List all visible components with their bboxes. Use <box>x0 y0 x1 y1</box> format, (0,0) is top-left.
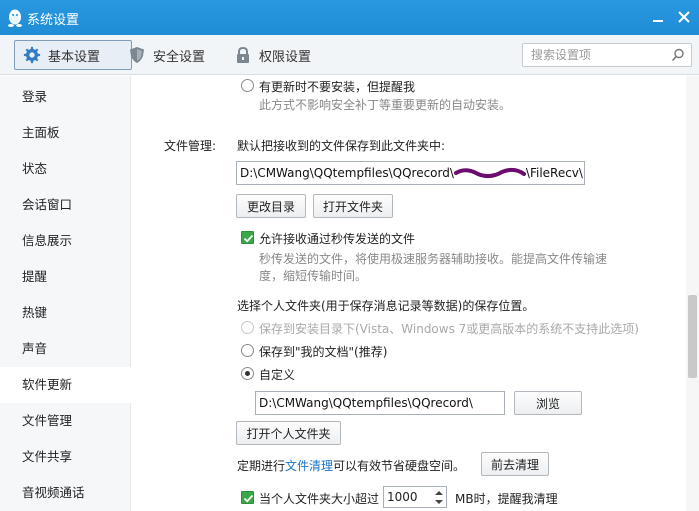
sidebar-item-file-sharing[interactable]: 文件共享 <box>0 439 131 475</box>
redaction-scribble <box>453 167 526 179</box>
sidebar-item-software-update[interactable]: 软件更新 <box>0 367 132 403</box>
tab-permission-settings[interactable]: 权限设置 <box>234 40 311 70</box>
open-folder-button[interactable]: 打开文件夹 <box>313 194 393 218</box>
file-cleanup-link[interactable]: 文件清理 <box>285 459 333 473</box>
size-limit-label: 当个人文件夹大小超过 <box>259 492 380 506</box>
gear-icon <box>23 46 41 64</box>
sidebar-item-file-management[interactable]: 文件管理 <box>0 403 131 439</box>
personal-folder-title: 选择个人文件夹(用于保存消息记录等数据)的保存位置。 <box>237 299 535 313</box>
close-icon[interactable] <box>676 9 692 25</box>
shield-icon <box>130 47 144 63</box>
tab-security-settings[interactable]: 安全设置 <box>128 40 205 70</box>
save-install-dir-label: 保存到安装目录下(Vista、Windows 7或更高版本的系统不支持此选项) <box>259 322 639 336</box>
tab-label: 权限设置 <box>259 49 312 65</box>
sidebar-item-chat-window[interactable]: 会话窗口 <box>0 187 131 223</box>
size-limit-stepper[interactable]: 1000 <box>383 486 447 508</box>
sidebar-item-notifications[interactable]: 提醒 <box>0 259 131 295</box>
go-cleanup-button[interactable]: 前去清理 <box>481 452 549 476</box>
scrollbar-thumb[interactable] <box>688 295 697 378</box>
change-directory-button[interactable]: 更改目录 <box>236 194 306 218</box>
sidebar-item-info-display[interactable]: 信息展示 <box>0 223 131 259</box>
size-limit-checkbox[interactable] <box>241 491 254 504</box>
size-limit-suffix: MB时，提醒我清理 <box>455 492 558 506</box>
save-install-dir-radio[interactable] <box>241 321 254 334</box>
search-icon[interactable] <box>671 48 685 62</box>
allow-fast-transfer-label: 允许接收通过秒传发送的文件 <box>259 232 416 246</box>
cleanup-hint: 定期进行文件清理可以有效节省硬盘空间。 <box>237 459 466 473</box>
update-notify-label: 有更新时不要安装，但提醒我 <box>259 80 416 94</box>
fast-transfer-desc-line2: 度，缩短传输时间。 <box>259 269 368 283</box>
allow-fast-transfer-checkbox[interactable] <box>241 231 254 244</box>
sidebar-item-av-call[interactable]: 音视频通话 <box>0 475 131 511</box>
spin-down-icon[interactable] <box>434 498 444 506</box>
sidebar-item-main-panel[interactable]: 主面板 <box>0 115 131 151</box>
fast-transfer-desc-line1: 秒传发送的文件，将使用极速服务器辅助接收。能提高文件传输速 <box>259 252 608 266</box>
sidebar-item-hotkeys[interactable]: 热键 <box>0 295 131 331</box>
save-my-documents-label: 保存到"我的文档"(推荐) <box>259 345 388 359</box>
browse-button[interactable]: 浏览 <box>514 391 582 415</box>
settings-search-box[interactable] <box>522 43 692 67</box>
save-custom-label: 自定义 <box>259 368 296 382</box>
lock-icon <box>237 46 249 63</box>
search-input[interactable] <box>529 47 667 63</box>
window-title: 系统设置 <box>27 13 80 28</box>
update-notify-desc: 此方式不影响安全补丁等重要更新的自动安装。 <box>259 98 512 112</box>
sidebar-item-status[interactable]: 状态 <box>0 151 131 187</box>
checkmark-icon <box>243 494 254 503</box>
receive-folder-path-field[interactable]: D:\CMWang\QQtempfiles\QQrecord\ \FileRecv… <box>236 161 585 185</box>
file-management-section-label: 文件管理: <box>164 139 217 153</box>
sidebar-item-sound[interactable]: 声音 <box>0 331 131 367</box>
save-custom-radio[interactable] <box>241 367 254 380</box>
custom-folder-path-field[interactable]: D:\CMWang\QQtempfiles\QQrecord\ <box>255 391 505 415</box>
default-folder-label: 默认把接收到的文件保存到此文件夹中: <box>237 139 446 153</box>
update-notify-radio[interactable] <box>241 79 254 92</box>
size-limit-value[interactable]: 1000 <box>387 490 418 504</box>
minimize-icon[interactable] <box>650 9 666 25</box>
tab-label: 基本设置 <box>48 49 101 65</box>
title-bar: 系统设置 <box>0 0 699 35</box>
save-my-documents-radio[interactable] <box>241 344 254 357</box>
open-personal-folder-button[interactable]: 打开个人文件夹 <box>236 421 341 445</box>
spin-up-icon[interactable] <box>434 489 444 497</box>
tab-label: 安全设置 <box>153 49 206 65</box>
checkmark-icon <box>243 234 254 243</box>
settings-sidebar: 登录 主面板 状态 会话窗口 信息展示 提醒 热键 声音 软件更新 文件管理 文… <box>0 76 132 511</box>
content-scrollbar[interactable] <box>686 76 699 511</box>
sidebar-item-login[interactable]: 登录 <box>0 79 131 115</box>
settings-content: 有更新时不要安装，但提醒我 此方式不影响安全补丁等重要更新的自动安装。 文件管理… <box>131 76 686 511</box>
qq-penguin-icon <box>8 9 22 27</box>
tab-basic-settings[interactable]: 基本设置 <box>14 40 132 70</box>
